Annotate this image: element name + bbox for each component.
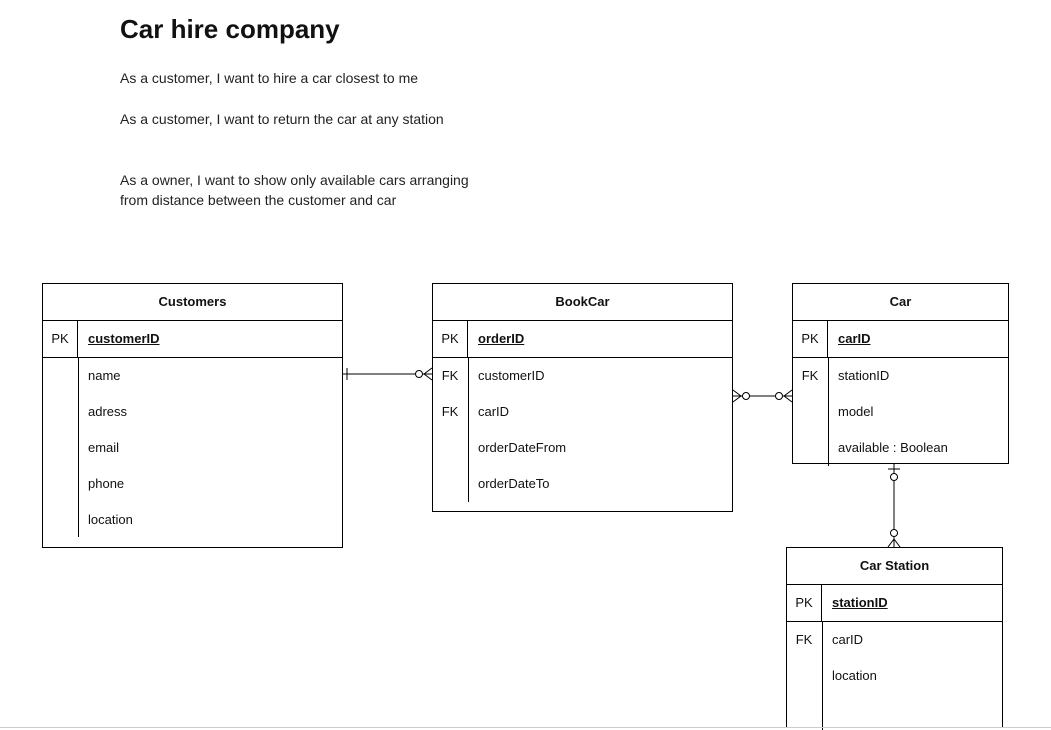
canvas-edge [0,727,1051,728]
relationship-bookcar-car[interactable] [732,389,793,403]
relationship-car-carstation[interactable] [887,464,901,548]
relationship-customers-bookcar[interactable] [343,367,433,381]
relationship-connectors [343,367,901,548]
